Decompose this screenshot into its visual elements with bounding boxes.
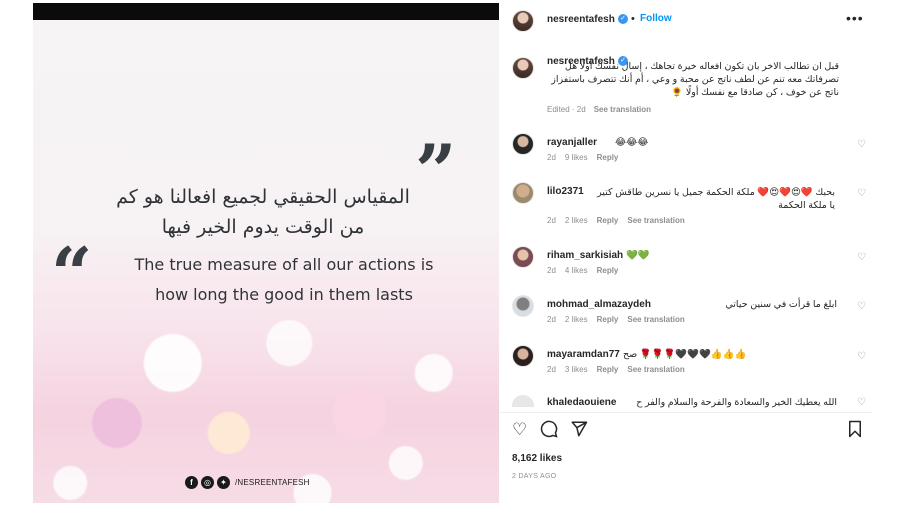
- comment-reply-button[interactable]: Reply: [597, 153, 619, 162]
- post-action-bar: ♡: [512, 420, 862, 444]
- comment-meta: 2d 4 likes Reply: [547, 266, 627, 275]
- comment-time: 2d: [547, 315, 556, 324]
- comment-time: 2d: [547, 266, 556, 275]
- commenter-avatar[interactable]: [512, 133, 534, 155]
- quote-open-mark: “: [51, 231, 93, 316]
- comment-like-heart-icon[interactable]: ♡: [857, 188, 866, 199]
- commenter-avatar[interactable]: [512, 246, 534, 268]
- caption-edited-time: Edited · 2d: [547, 105, 586, 114]
- comment-item: mayaramdan77 صح 🌹🌹🌹🖤🖤🖤👍👍👍 2d 3 likes Reply…: [500, 345, 872, 389]
- comment-text: بحبك ❤️😍❤️😍❤️ ملكة الحكمة جميل يا نسرين …: [597, 187, 835, 211]
- facebook-icon: f: [185, 476, 198, 489]
- comment-item-partial: khaledaouiene الله يعطيك الخير والسعادة …: [500, 395, 872, 411]
- comment-username[interactable]: riham_sarkisiah: [547, 250, 623, 261]
- quote-english-line-2: how long the good in them lasts: [155, 285, 413, 304]
- comment-like-heart-icon[interactable]: ♡: [857, 351, 866, 362]
- comment-like-heart-icon[interactable]: ♡: [857, 139, 866, 150]
- caption-author-avatar[interactable]: [512, 57, 534, 79]
- post-image: ” المقياس الحقيقي لجميع افعالنا هو كم من…: [33, 3, 499, 503]
- comment-reply-button[interactable]: Reply: [597, 315, 619, 324]
- comment-see-translation[interactable]: See translation: [627, 315, 684, 324]
- comment-username[interactable]: rayanjaller: [547, 137, 597, 148]
- comment-reply-button[interactable]: Reply: [597, 266, 619, 275]
- separator-dot: •: [631, 13, 635, 25]
- image-top-bar: [33, 3, 499, 20]
- comment-text: 💚💚: [626, 250, 650, 261]
- social-handle-row: f ◎ ✦ /NESREENTAFESH: [185, 476, 310, 489]
- comment-username[interactable]: mohmad_almazaydeh: [547, 299, 651, 310]
- share-paper-plane-icon[interactable]: [570, 420, 588, 443]
- quote-english-line-1: The true measure of all our actions is: [134, 255, 434, 274]
- comment-likes[interactable]: 2 likes: [565, 315, 588, 324]
- twitter-icon: ✦: [217, 476, 230, 489]
- author-username[interactable]: nesreentafesh: [547, 14, 615, 25]
- comment-meta: 2d 9 likes Reply: [547, 153, 627, 162]
- comment-item: lilo2371 بحبك ❤️😍❤️😍❤️ ملكة الحكمة جميل …: [500, 182, 872, 226]
- comment-item: riham_sarkisiah 💚💚 2d 4 likes Reply ♡: [500, 246, 872, 290]
- comment-time: 2d: [547, 216, 556, 225]
- comment-like-heart-icon[interactable]: ♡: [857, 301, 866, 312]
- quote-arabic-line-2: من الوقت يدوم الخير فيها: [161, 216, 365, 238]
- comment-like-heart-icon[interactable]: ♡: [857, 397, 866, 408]
- comment-reply-button[interactable]: Reply: [597, 365, 619, 374]
- comment-username[interactable]: lilo2371: [547, 186, 584, 197]
- comment-text: الله يعطيك الخير والسعادة والفرحة والسلا…: [636, 397, 837, 408]
- comment-meta: 2d 2 likes Reply See translation: [547, 315, 694, 324]
- comment-item: mohmad_almazaydeh ابلغ ما قرأت في سنين ح…: [500, 295, 872, 339]
- comment-text: 😂😂😂: [615, 137, 649, 148]
- post-date: 2 DAYS AGO: [512, 473, 557, 480]
- bookmark-icon[interactable]: [847, 420, 863, 443]
- comment-likes[interactable]: 2 likes: [565, 216, 588, 225]
- comment-item: rayanjaller 😂😂😂 2d 9 likes Reply ♡: [500, 133, 872, 177]
- comment-likes[interactable]: 4 likes: [565, 266, 588, 275]
- like-heart-icon[interactable]: ♡: [512, 420, 527, 440]
- commenter-avatar[interactable]: [512, 182, 534, 204]
- comment-meta: 2d 2 likes Reply See translation: [547, 216, 694, 225]
- author-avatar[interactable]: [512, 10, 534, 32]
- more-options-icon[interactable]: •••: [846, 10, 864, 26]
- commenter-avatar[interactable]: [512, 345, 534, 367]
- divider: [500, 412, 872, 413]
- comment-time: 2d: [547, 365, 556, 374]
- caption-meta: Edited · 2d See translation: [547, 105, 651, 114]
- comment-likes[interactable]: 3 likes: [565, 365, 588, 374]
- comment-text: ابلغ ما قرأت في سنين حياتي: [725, 299, 837, 310]
- comment-meta: 2d 3 likes Reply See translation: [547, 365, 694, 374]
- quote-arabic-line-1: المقياس الحقيقي لجميع افعالنا هو كم: [116, 186, 410, 208]
- post-side-panel: nesreentafesh ✓ • Follow ••• nesreentafe…: [500, 3, 872, 503]
- post-header: nesreentafesh ✓ • Follow •••: [500, 3, 872, 39]
- comment-like-heart-icon[interactable]: ♡: [857, 252, 866, 263]
- comment-time: 2d: [547, 153, 556, 162]
- follow-button[interactable]: Follow: [640, 13, 672, 24]
- caption-text: قبل ان تطالب الاخر بان تكون افعاله خيرة …: [551, 61, 839, 98]
- commenter-avatar[interactable]: [512, 395, 534, 407]
- comment-see-translation[interactable]: See translation: [627, 365, 684, 374]
- comment-text: صح 🌹🌹🌹🖤🖤🖤👍👍👍: [623, 349, 747, 360]
- comment-username[interactable]: khaledaouiene: [547, 397, 616, 408]
- comment-likes[interactable]: 9 likes: [565, 153, 588, 162]
- instagram-icon: ◎: [201, 476, 214, 489]
- comment-see-translation[interactable]: See translation: [627, 216, 684, 225]
- likes-count[interactable]: 8,162 likes: [512, 453, 562, 464]
- social-handle-text: /NESREENTAFESH: [235, 478, 310, 487]
- caption-see-translation[interactable]: See translation: [594, 105, 651, 114]
- verified-badge-icon: ✓: [618, 14, 628, 24]
- comment-username[interactable]: mayaramdan77: [547, 349, 620, 360]
- comment-reply-button[interactable]: Reply: [597, 216, 619, 225]
- commenter-avatar[interactable]: [512, 295, 534, 317]
- comment-bubble-icon[interactable]: [540, 420, 558, 443]
